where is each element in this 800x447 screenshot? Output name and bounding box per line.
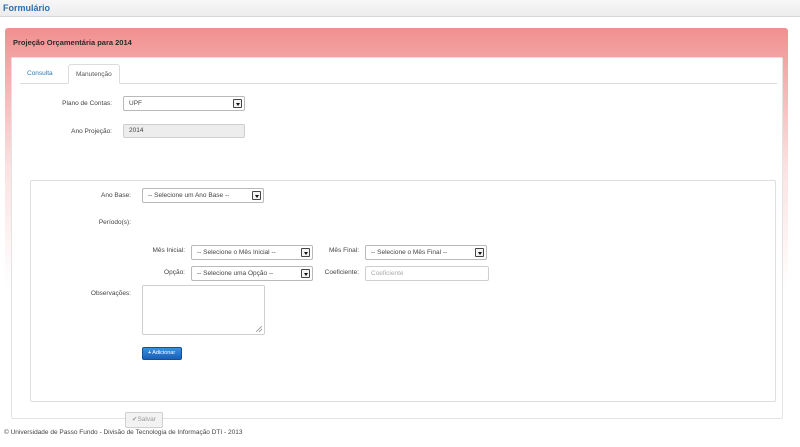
coeficiente-input[interactable]: [365, 266, 489, 281]
adicionar-button[interactable]: +Adicionar: [142, 347, 183, 360]
opcao-label: Opção:: [164, 269, 185, 276]
observacoes-textarea[interactable]: [142, 285, 265, 335]
plus-icon: +: [148, 350, 152, 356]
page-title: Formulário: [3, 3, 51, 13]
tab-bar: Consulta Manutenção: [20, 64, 777, 84]
opcao-value: -- Selecione uma Opção --: [197, 270, 274, 277]
plano-contas-label: Plano de Contas:: [62, 100, 112, 107]
resize-grip-icon[interactable]: [256, 326, 262, 332]
mes-inicial-label: Mês Inicial:: [152, 247, 185, 254]
ano-base-label: Ano Base:: [101, 192, 131, 199]
mes-final-label: Mês Final:: [329, 247, 359, 254]
mes-final-select[interactable]: -- Selecione o Mês Final --: [365, 245, 487, 260]
plano-contas-value: UPF: [129, 100, 142, 107]
ano-base-value: -- Selecione um Ano Base --: [148, 192, 230, 199]
dropdown-arrow-icon: [475, 248, 484, 257]
adicionar-label: Adicionar: [152, 350, 176, 356]
tab-manutencao[interactable]: Manutenção: [68, 64, 120, 84]
mes-inicial-select[interactable]: -- Selecione o Mês Inicial --: [191, 245, 313, 260]
period-section: Ano Base: -- Selecione um Ano Base -- Pe…: [30, 180, 776, 402]
panel-title: Projeção Orçamentária para 2014: [13, 38, 132, 47]
periodos-label: Período(s):: [98, 219, 131, 226]
footer-text: © Universidade de Passo Fundo - Divisão …: [4, 429, 243, 436]
salvar-button[interactable]: ✔Salvar: [125, 412, 163, 428]
dropdown-arrow-icon: [233, 99, 242, 108]
salvar-label: Salvar: [137, 416, 156, 423]
top-bar: Formulário: [0, 0, 800, 17]
form-card: Consulta Manutenção Plano de Contas: UPF…: [11, 57, 783, 428]
ano-base-select[interactable]: -- Selecione um Ano Base --: [142, 188, 264, 203]
tab-consulta[interactable]: Consulta: [20, 64, 60, 84]
opcao-select[interactable]: -- Selecione uma Opção --: [191, 266, 313, 281]
observacoes-label: Observações:: [90, 290, 131, 297]
ano-projecao-label: Ano Projeção:: [71, 128, 112, 135]
dropdown-arrow-icon: [252, 191, 261, 200]
mes-inicial-value: -- Selecione o Mês Inicial --: [197, 249, 276, 256]
plano-contas-select[interactable]: UPF: [123, 96, 245, 111]
coeficiente-label: Coeficiente:: [324, 269, 359, 276]
mes-final-value: -- Selecione o Mês Final --: [371, 249, 448, 256]
projection-panel: Projeção Orçamentária para 2014 Consulta…: [5, 28, 788, 428]
ano-projecao-field: 2014: [123, 124, 245, 138]
